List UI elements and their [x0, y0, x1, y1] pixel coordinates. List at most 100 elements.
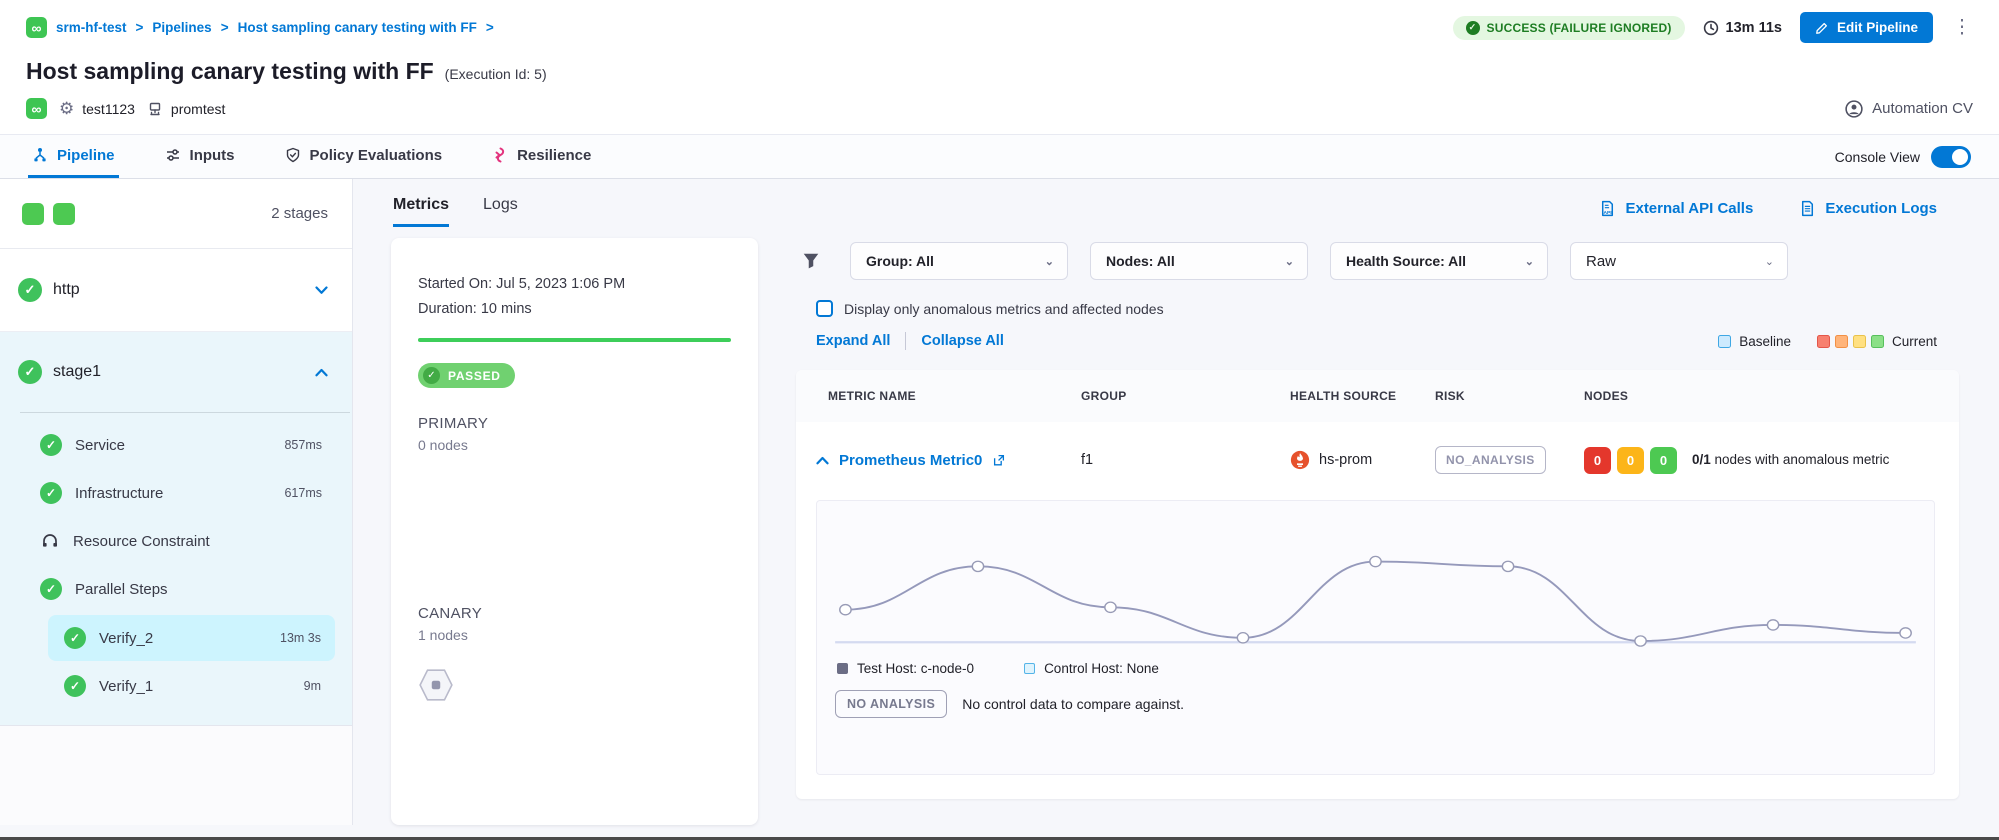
collapse-all-link[interactable]: Collapse All [921, 333, 1003, 349]
connector-meta[interactable]: promtest [147, 101, 225, 117]
execution-logs-label: Execution Logs [1825, 200, 1937, 217]
step-detail-tabs: Metrics Logs [353, 179, 780, 227]
header: ∞ srm-hf-test > Pipelines > Host samplin… [0, 0, 1999, 134]
service-meta[interactable]: ⚙ test1123 [59, 99, 135, 119]
group-filter-dropdown[interactable]: Group: All ⌄ [850, 242, 1068, 280]
stages-summary-row: 2 stages [0, 179, 352, 249]
canary-node-hexagon[interactable] [418, 667, 454, 703]
sidebar-step-service[interactable]: ✓ Service 857ms [0, 421, 352, 469]
console-view-label: Console View [1835, 149, 1920, 165]
divider [905, 332, 906, 350]
passed-label: PASSED [448, 369, 501, 383]
metric-row: Prometheus Metric0 f1 hs-prom [796, 422, 1959, 498]
success-check-icon: ✓ [40, 578, 62, 600]
check-icon: ✓ [1466, 21, 1480, 35]
red-node-count[interactable]: 0 [1584, 447, 1611, 474]
execution-sidebar: 2 stages ✓ http ✓ stage1 ✓ Service 857ms [0, 179, 353, 825]
check-icon: ✓ [423, 367, 440, 384]
nodes-cell: 0 0 0 0/1 nodes with anomalous metric [1584, 447, 1959, 474]
sidebar-step-verify-1[interactable]: ✓ Verify_1 9m [48, 663, 335, 709]
external-api-calls-label: External API Calls [1625, 200, 1753, 217]
col-risk: RISK [1435, 389, 1584, 403]
stage-count-label: 2 stages [271, 205, 328, 222]
kebab-menu-icon[interactable]: ⋮ [1951, 18, 1973, 37]
breadcrumb-row: ∞ srm-hf-test > Pipelines > Host samplin… [0, 0, 1999, 43]
execution-logs-link[interactable]: Execution Logs [1799, 200, 1937, 217]
status-badge: ✓ SUCCESS (FAILURE IGNORED) [1453, 16, 1685, 40]
nodes-filter-dropdown[interactable]: Nodes: All ⌄ [1090, 242, 1308, 280]
metric-filters: Group: All ⌄ Nodes: All ⌄ Health Source:… [796, 242, 1999, 280]
tab-metrics[interactable]: Metrics [393, 196, 449, 227]
breadcrumb-separator: > [486, 20, 494, 35]
harness-logo-icon: ∞ [26, 17, 47, 38]
stage1-label: stage1 [53, 363, 101, 381]
stage-square-icon [53, 203, 75, 225]
breadcrumb-pipeline-link[interactable]: Host sampling canary testing with FF [238, 20, 477, 35]
step-duration: 857ms [284, 438, 322, 452]
baseline-swatch [1718, 335, 1731, 348]
infrastructure-icon [147, 101, 163, 117]
analysis-links: API External API Calls Execution Logs [796, 179, 1999, 217]
title-row: Host sampling canary testing with FF (Ex… [0, 43, 1999, 85]
col-nodes: NODES [1584, 389, 1959, 403]
resilience-icon [492, 147, 508, 163]
tab-inputs[interactable]: Inputs [161, 135, 239, 178]
breadcrumb-project-link[interactable]: srm-hf-test [56, 20, 127, 35]
sidebar-step-resource-constraint[interactable]: Resource Constraint [0, 517, 352, 565]
tab-resilience[interactable]: Resilience [488, 135, 595, 178]
yellow-node-count[interactable]: 0 [1617, 447, 1644, 474]
expand-collapse-row: Expand All Collapse All Baseline Current [816, 332, 1937, 350]
triggered-by-label: Automation CV [1872, 100, 1973, 117]
console-view-control: Console View [1835, 135, 1971, 178]
chevron-down-icon[interactable] [315, 286, 328, 295]
col-metric-name: METRIC NAME [828, 389, 1081, 403]
green-node-count[interactable]: 0 [1650, 447, 1677, 474]
chevron-down-icon: ⌄ [1765, 255, 1774, 268]
chevron-up-icon[interactable] [315, 368, 328, 377]
data-type-value: Raw [1586, 253, 1616, 270]
metric-name-link[interactable]: Prometheus Metric0 [839, 452, 982, 469]
success-check-icon: ✓ [40, 434, 62, 456]
metric-line-chart [831, 513, 1920, 653]
edit-pipeline-button[interactable]: Edit Pipeline [1800, 12, 1933, 43]
step-label: Parallel Steps [75, 581, 168, 598]
stage-square-icon [22, 203, 44, 225]
breadcrumb-separator: > [136, 20, 144, 35]
tab-pipeline[interactable]: Pipeline [28, 135, 119, 178]
sidebar-stage-http[interactable]: ✓ http [0, 249, 352, 332]
success-check-icon: ✓ [40, 482, 62, 504]
sidebar-step-verify-2[interactable]: ✓ Verify_2 13m 3s [48, 615, 335, 661]
nodes-filter-value: Nodes: All [1106, 253, 1175, 269]
external-link-icon[interactable] [992, 453, 1006, 467]
chevron-up-icon[interactable] [816, 456, 829, 465]
anomalous-checkbox[interactable] [816, 300, 833, 317]
document-icon [1799, 200, 1816, 217]
sidebar-step-infrastructure[interactable]: ✓ Infrastructure 617ms [0, 469, 352, 517]
no-analysis-message: No control data to compare against. [962, 696, 1184, 712]
step-label: Verify_1 [99, 678, 153, 695]
external-api-calls-link[interactable]: API External API Calls [1599, 200, 1753, 217]
tab-inputs-label: Inputs [190, 147, 235, 164]
canary-label: CANARY [418, 605, 731, 622]
metric-chart-panel: Test Host: c-node-0 Control Host: None N… [816, 500, 1935, 775]
svg-text:API: API [1604, 210, 1613, 216]
harness-status-icon: ∞ [26, 98, 47, 119]
tab-logs[interactable]: Logs [483, 196, 518, 227]
edit-pipeline-label: Edit Pipeline [1837, 20, 1918, 35]
sidebar-stage-stage1[interactable]: ✓ stage1 [0, 332, 352, 412]
stage-http-label: http [53, 281, 80, 299]
console-view-toggle[interactable] [1931, 146, 1971, 168]
step-duration: 9m [304, 679, 321, 693]
expand-all-link[interactable]: Expand All [816, 333, 890, 349]
pipeline-icon [32, 147, 48, 163]
success-check-icon: ✓ [18, 360, 42, 384]
breadcrumb-pipelines-link[interactable]: Pipelines [152, 20, 211, 35]
data-type-dropdown[interactable]: Raw ⌄ [1570, 242, 1788, 280]
health-source-filter-dropdown[interactable]: Health Source: All ⌄ [1330, 242, 1548, 280]
tab-pipeline-label: Pipeline [57, 147, 115, 164]
tab-policy-evaluations[interactable]: Policy Evaluations [281, 135, 447, 178]
shield-check-icon [285, 147, 301, 163]
baseline-label: Baseline [1739, 334, 1791, 349]
health-source-cell: hs-prom [1290, 450, 1435, 470]
sidebar-step-parallel-steps[interactable]: ✓ Parallel Steps [0, 565, 352, 613]
